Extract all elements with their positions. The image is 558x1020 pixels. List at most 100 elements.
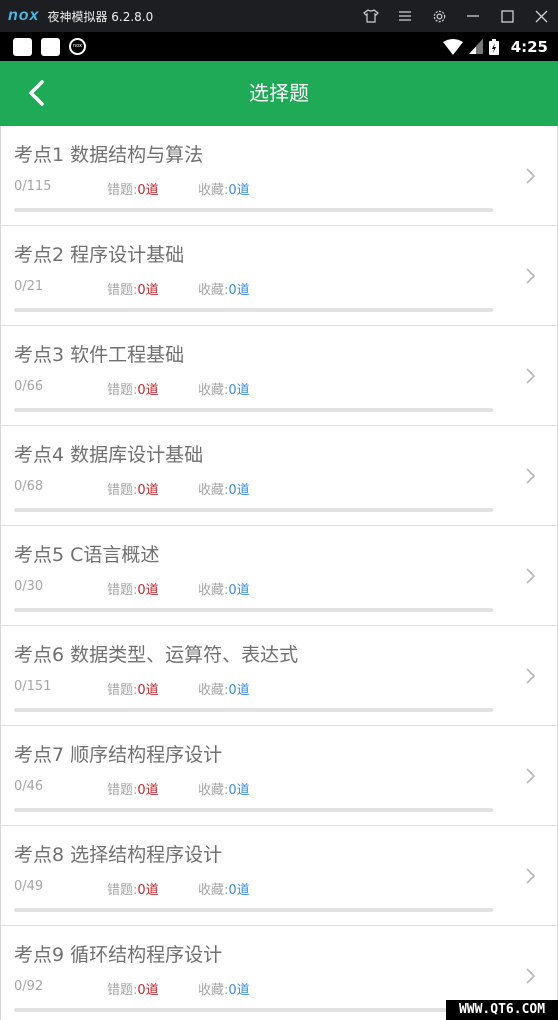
- emulator-title-bar: nox 夜神模拟器 6.2.8.0: [0, 0, 558, 32]
- favorite-label: 收藏:: [198, 483, 229, 498]
- favorite-label: 收藏:: [198, 583, 229, 598]
- topic-list-item[interactable]: 考点1 数据结构与算法 0/115 错题:0道 收藏:0道: [1, 126, 557, 226]
- progress-count: 0/30: [14, 579, 44, 594]
- shirt-icon[interactable]: [354, 0, 388, 32]
- favorite-count: 收藏:0道: [198, 279, 250, 298]
- favorite-value: 0道: [228, 683, 250, 698]
- minimize-icon[interactable]: [456, 0, 490, 32]
- topic-title: 考点4 数据库设计基础: [14, 444, 204, 466]
- wrong-count: 错题:0道: [107, 479, 159, 498]
- chevron-right-icon: [526, 168, 536, 184]
- wrong-count: 错题:0道: [107, 979, 159, 998]
- topic-list-item[interactable]: 考点7 顺序结构程序设计 0/46 错题:0道 收藏:0道: [1, 726, 557, 826]
- app-header: 选择题: [0, 61, 558, 126]
- wrong-label: 错题:: [107, 883, 138, 898]
- chevron-right-icon: [526, 968, 536, 984]
- topic-title: 考点5 C语言概述: [14, 544, 160, 566]
- chevron-right-icon: [526, 568, 536, 584]
- wifi-icon: [442, 38, 463, 55]
- wrong-label: 错题:: [107, 483, 138, 498]
- wrong-label: 错题:: [107, 583, 138, 598]
- wrong-value: 0道: [137, 883, 159, 898]
- wrong-label: 错题:: [107, 283, 138, 298]
- chevron-right-icon: [526, 468, 536, 484]
- topic-title: 考点3 软件工程基础: [14, 344, 185, 366]
- gear-icon[interactable]: [422, 0, 456, 32]
- wrong-count: 错题:0道: [107, 779, 159, 798]
- favorite-count: 收藏:0道: [198, 479, 250, 498]
- topic-list-item[interactable]: 考点3 软件工程基础 0/66 错题:0道 收藏:0道: [1, 326, 557, 426]
- topic-title: 考点6 数据类型、运算符、表达式: [14, 644, 299, 666]
- topic-list-item[interactable]: 考点8 选择结构程序设计 0/49 错题:0道 收藏:0道: [1, 826, 557, 926]
- topic-title: 考点7 顺序结构程序设计: [14, 744, 223, 766]
- progress-bar: [14, 508, 493, 512]
- favorite-value: 0道: [228, 583, 250, 598]
- progress-count: 0/151: [14, 679, 52, 694]
- emulator-title: 夜神模拟器 6.2.8.0: [47, 9, 154, 24]
- notification-icon: [13, 38, 32, 56]
- progress-count: 0/115: [14, 179, 52, 194]
- favorite-count: 收藏:0道: [198, 979, 250, 998]
- progress-bar: [14, 208, 493, 212]
- status-indicators: 4:25: [442, 32, 548, 61]
- wrong-count: 错题:0道: [107, 379, 159, 398]
- progress-bar: [14, 608, 493, 612]
- topic-title: 考点8 选择结构程序设计: [14, 844, 223, 866]
- wrong-count: 错题:0道: [107, 879, 159, 898]
- wrong-value: 0道: [137, 783, 159, 798]
- progress-count: 0/68: [14, 479, 44, 494]
- wrong-count: 错题:0道: [107, 579, 159, 598]
- favorite-count: 收藏:0道: [198, 879, 250, 898]
- topic-list-item[interactable]: 考点2 程序设计基础 0/21 错题: 0道 收藏:0道: [1, 226, 557, 326]
- favorite-count: 收藏:0道: [198, 679, 250, 698]
- wrong-value: 0道: [137, 483, 159, 498]
- close-icon[interactable]: [524, 0, 558, 32]
- menu-icon[interactable]: [388, 0, 422, 32]
- page-title: 选择题: [249, 81, 309, 105]
- wrong-value: 0道: [137, 383, 159, 398]
- favorite-value: 0道: [228, 283, 250, 298]
- maximize-icon[interactable]: [490, 0, 524, 32]
- chevron-right-icon: [526, 768, 536, 784]
- wrong-label: 错题:: [107, 183, 138, 198]
- topic-list-item[interactable]: 考点5 C语言概述 0/30 错题:0道 收藏:0道: [1, 526, 557, 626]
- wrong-label: 错题:: [107, 783, 138, 798]
- battery-icon: [488, 38, 499, 55]
- wrong-label: 错题:: [107, 683, 138, 698]
- status-time: 4:25: [510, 37, 548, 56]
- progress-bar: [14, 408, 493, 412]
- topic-list-item[interactable]: 考点4 数据库设计基础 0/68 错题:0道 收藏:0道: [1, 426, 557, 526]
- emulator-controls: [354, 0, 558, 32]
- android-status-bar: nox 4:25: [0, 32, 558, 61]
- wrong-value: 0道: [137, 983, 159, 998]
- favorite-label: 收藏:: [198, 883, 229, 898]
- favorite-value: 0道: [228, 783, 250, 798]
- favorite-count: 收藏:0道: [198, 379, 250, 398]
- favorite-count: 收藏:0道: [198, 179, 250, 198]
- progress-count: 0/92: [14, 979, 44, 994]
- wrong-value: 0道: [137, 683, 159, 698]
- topic-list-item[interactable]: 考点6 数据类型、运算符、表达式 0/151 错题:0道 收藏:0道: [1, 626, 557, 726]
- progress-bar: [14, 708, 493, 712]
- progress-count: 0/21: [14, 279, 44, 294]
- favorite-label: 收藏:: [198, 283, 229, 298]
- progress-count: 0/66: [14, 379, 44, 394]
- progress-bar: [14, 1008, 493, 1012]
- favorite-label: 收藏:: [198, 783, 229, 798]
- nox-logo: nox: [8, 7, 40, 24]
- progress-bar: [14, 908, 493, 912]
- signal-icon: [468, 39, 483, 54]
- progress-bar: [14, 308, 493, 312]
- wrong-value: 0道: [137, 183, 159, 198]
- wrong-label: 错题:: [107, 983, 138, 998]
- progress-bar: [14, 808, 493, 812]
- favorite-value: 0道: [228, 183, 250, 198]
- wrong-value: 0道: [137, 583, 159, 598]
- topic-title: 考点9 循环结构程序设计: [14, 944, 223, 966]
- chevron-right-icon: [526, 368, 536, 384]
- wrong-label: 错题:: [107, 383, 138, 398]
- favorite-value: 0道: [228, 983, 250, 998]
- watermark: WWW.QT6.COM: [446, 1000, 558, 1020]
- topic-title: 考点2 程序设计基础: [14, 244, 185, 266]
- wrong-count: 错题:0道: [107, 679, 159, 698]
